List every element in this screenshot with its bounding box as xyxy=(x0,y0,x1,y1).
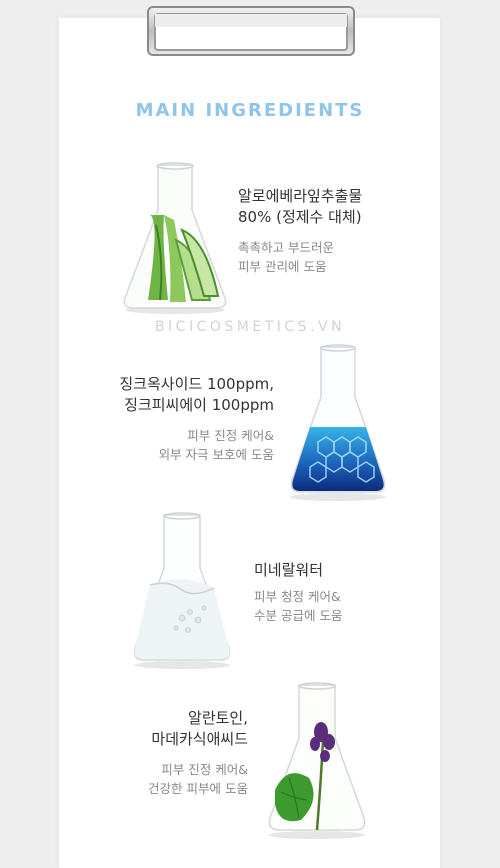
ingredient-1-text: 알로에베라잎추출물 80% (정제수 대체) 촉촉하고 부드러운 피부 관리에 … xyxy=(238,186,362,276)
ingredient-2-text: 징크옥사이드 100ppm, 징크피씨에이 100ppm 피부 진정 케어& 외… xyxy=(119,374,274,464)
water-flask-image xyxy=(133,512,231,669)
ingredient-4-text: 알란토인, 마데카식애씨드 피부 진정 케어& 건강한 피부에 도움 xyxy=(148,708,248,798)
ingredient-2-name: 징크옥사이드 100ppm, 징크피씨에이 100ppm xyxy=(119,375,274,414)
ingredient-4-name: 알란토인, 마데카식애씨드 xyxy=(151,709,248,748)
ingredient-1-desc: 촉촉하고 부드러운 피부 관리에 도움 xyxy=(238,240,334,274)
aloe-flask-image xyxy=(123,162,227,314)
watermark: BICICOSMETICS.VN xyxy=(154,319,346,335)
ingredient-3-text: 미네랄워터 피부 청정 케어& 수분 공급에 도움 xyxy=(254,560,342,625)
ingredient-4-desc: 피부 진정 케어& 건강한 피부에 도움 xyxy=(148,762,248,796)
ingredient-2-desc: 피부 진정 케어& 외부 자극 보호에 도움 xyxy=(158,428,274,462)
clipboard-clip-icon xyxy=(147,6,355,56)
ingredient-3-name: 미네랄워터 xyxy=(254,561,324,579)
ingredient-1-name: 알로에베라잎추출물 80% (정제수 대체) xyxy=(238,187,363,226)
ingredient-3-desc: 피부 청정 케어& 수분 공급에 도움 xyxy=(254,589,343,623)
botanical-flask-image xyxy=(268,682,366,839)
section-heading: MAIN INGREDIENTS xyxy=(135,100,365,121)
